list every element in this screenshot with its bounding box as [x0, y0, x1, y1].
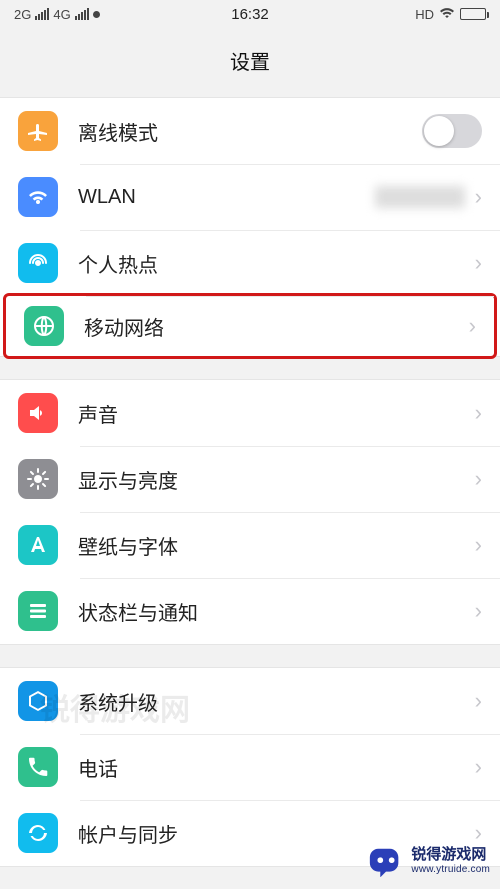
chevron-right-icon: ›: [475, 184, 482, 210]
globe-icon: [24, 306, 64, 346]
status-left: 2G 4G: [14, 7, 100, 22]
battery-icon: [460, 8, 486, 20]
watermark-corner: 锐得游戏网 www.ytruide.com: [361, 841, 500, 881]
settings-group: 系统升级 › 电话 › 帐户与同步 ›: [0, 667, 500, 867]
watermark-logo-icon: [367, 845, 405, 877]
brightness-icon: [18, 459, 58, 499]
status-bar: 2G 4G 16:32 HD: [0, 0, 500, 28]
status-dot-icon: [93, 11, 100, 18]
row-airplane-mode[interactable]: 离线模式: [0, 98, 500, 164]
font-icon: [18, 525, 58, 565]
chevron-right-icon: ›: [475, 688, 482, 714]
signal-bars-icon: [35, 8, 49, 20]
watermark-url: www.ytruide.com: [411, 864, 490, 875]
net-2g: 2G: [14, 7, 31, 22]
hotspot-icon: [18, 243, 58, 283]
sync-icon: [18, 813, 58, 853]
chevron-right-icon: ›: [475, 532, 482, 558]
page-title: 设置: [0, 28, 500, 97]
row-label: 系统升级: [78, 687, 471, 716]
list-icon: [18, 591, 58, 631]
chevron-right-icon: ›: [469, 313, 476, 339]
net-4g: 4G: [53, 7, 70, 22]
settings-group: 离线模式 WLAN › 个人热点 › 移动网络 ›: [0, 97, 500, 357]
chevron-right-icon: ›: [475, 754, 482, 780]
chevron-right-icon: ›: [475, 466, 482, 492]
signal-bars-icon: [75, 8, 89, 20]
row-statusbar-notifications[interactable]: 状态栏与通知 ›: [0, 578, 500, 644]
status-time: 16:32: [231, 6, 269, 23]
row-sound[interactable]: 声音 ›: [0, 380, 500, 446]
settings-group: 声音 › 显示与亮度 › 壁纸与字体 › 状态栏与通知 ›: [0, 379, 500, 645]
airplane-toggle[interactable]: [422, 114, 482, 148]
watermark-text: 锐得游戏网 www.ytruide.com: [411, 847, 490, 875]
row-label: 声音: [78, 399, 471, 428]
row-label: 个人热点: [78, 249, 471, 278]
row-phone[interactable]: 电话 ›: [0, 734, 500, 800]
row-label: WLAN: [78, 186, 375, 209]
row-hotspot[interactable]: 个人热点 ›: [0, 230, 500, 296]
speaker-icon: [18, 393, 58, 433]
watermark-title: 锐得游戏网: [411, 847, 490, 864]
row-label: 电话: [78, 753, 471, 782]
row-wlan[interactable]: WLAN ›: [0, 164, 500, 230]
row-system-update[interactable]: 系统升级 ›: [0, 668, 500, 734]
row-wallpaper-font[interactable]: 壁纸与字体 ›: [0, 512, 500, 578]
row-label: 状态栏与通知: [78, 597, 471, 626]
chevron-right-icon: ›: [475, 598, 482, 624]
row-label: 显示与亮度: [78, 465, 471, 494]
row-mobile-network[interactable]: 移动网络 ›: [3, 293, 497, 359]
cube-icon: [18, 681, 58, 721]
hd-indicator: HD: [415, 7, 434, 22]
status-right: HD: [415, 7, 486, 22]
row-display[interactable]: 显示与亮度 ›: [0, 446, 500, 512]
phone-icon: [18, 747, 58, 787]
row-label: 离线模式: [78, 117, 422, 146]
chevron-right-icon: ›: [475, 250, 482, 276]
wifi-icon: [439, 7, 455, 21]
airplane-icon: [18, 111, 58, 151]
row-label: 移动网络: [84, 312, 465, 341]
wifi-icon: [18, 177, 58, 217]
row-label: 壁纸与字体: [78, 531, 471, 560]
chevron-right-icon: ›: [475, 400, 482, 426]
wlan-value-hidden: [375, 186, 465, 208]
